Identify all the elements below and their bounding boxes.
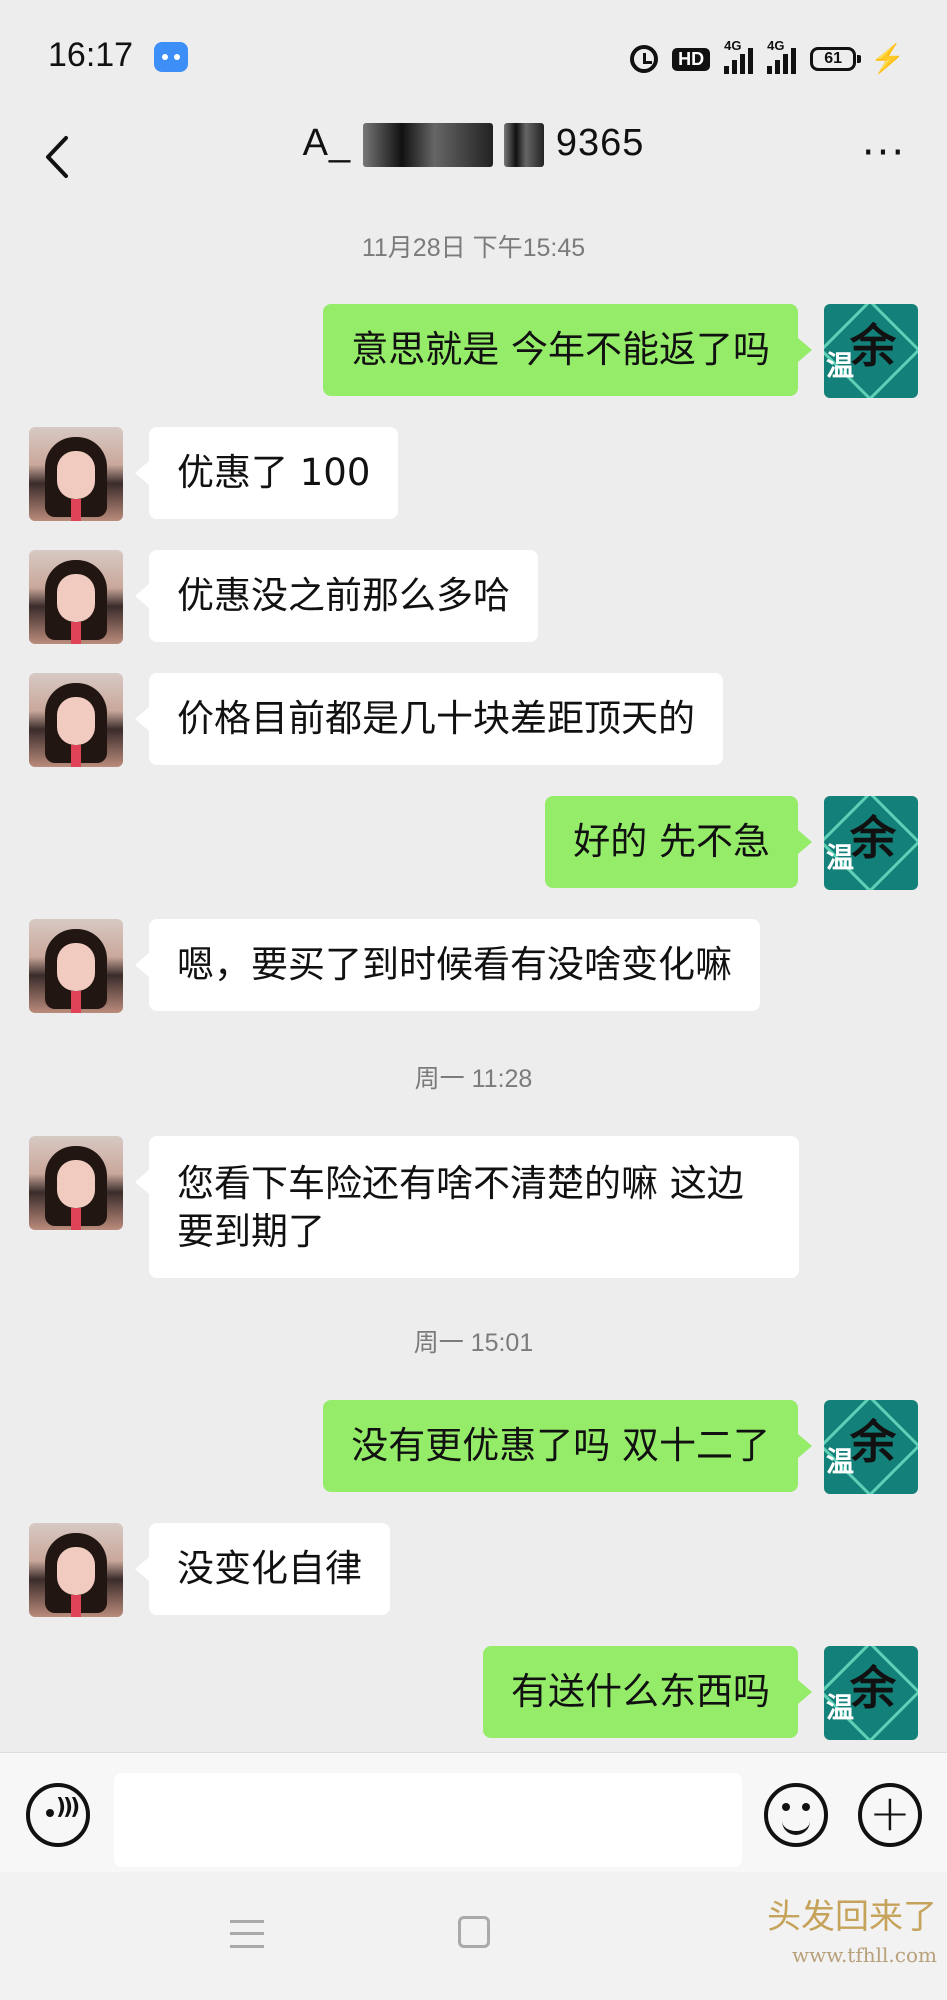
message-bubble-outgoing[interactable]: 好的 先不急 [545, 796, 812, 888]
more-options-icon[interactable]: ··· [857, 133, 911, 178]
message-list[interactable]: 11月28日 下午15:45 余温 意思就是 今年不能返了吗 优惠了 100 优… [0, 202, 947, 1752]
timestamp: 11月28日 下午15:45 [361, 234, 586, 262]
alarm-icon [630, 45, 659, 73]
message-bubble-incoming[interactable]: 价格目前都是几十块差距顶天的 [135, 673, 723, 765]
emoji-icon[interactable] [764, 1783, 828, 1847]
android-notification-icon [154, 42, 188, 72]
redacted-block-2 [504, 122, 545, 167]
message-bubble-outgoing[interactable]: 没有更优惠了吗 双十二了 [323, 1400, 812, 1492]
watermark-text: 头发回来了 [767, 1897, 937, 1937]
avatar-contact[interactable] [29, 427, 123, 521]
status-icons: HD 4G 4G 61 ⚡ [630, 38, 905, 76]
hd-badge: HD [672, 47, 711, 71]
avatar-contact[interactable] [29, 550, 123, 644]
timestamp: 周一 15:01 [413, 1329, 534, 1357]
chat-header: A_ 9365 ··· [0, 112, 947, 202]
message-input[interactable] [114, 1773, 742, 1867]
redacted-block [362, 122, 493, 167]
recent-apps-icon[interactable] [230, 1920, 264, 1948]
watermark: 头发回来了 www.tfhll.com [767, 1898, 937, 1974]
status-bar: 16:17 HD 4G 4G 61 ⚡ [0, 0, 947, 112]
home-icon[interactable] [458, 1916, 490, 1948]
message-bubble-incoming[interactable]: 您看下车险还有啥不清楚的嘛 这边要到期了 [135, 1136, 799, 1278]
system-nav-bar: 头发回来了 www.tfhll.com [0, 1872, 947, 2000]
charging-icon: ⚡ [870, 43, 905, 74]
avatar-self[interactable]: 余温 [824, 304, 918, 398]
message-bubble-incoming[interactable]: 优惠没之前那么多哈 [135, 550, 538, 642]
avatar-contact[interactable] [29, 1523, 123, 1617]
plus-icon[interactable]: + [858, 1783, 922, 1847]
signal-icon: 4G [724, 38, 754, 74]
avatar-contact[interactable] [29, 673, 123, 767]
chat-title: A_ 9365 [0, 122, 947, 167]
message-bubble-incoming[interactable]: 嗯，要买了到时候看有没啥变化嘛 [135, 919, 760, 1011]
input-bar: + [0, 1752, 947, 1873]
message-bubble-outgoing[interactable]: 有送什么东西吗 [483, 1646, 812, 1738]
signal-icon-2: 4G [767, 38, 797, 74]
voice-input-icon[interactable] [26, 1783, 90, 1847]
status-time: 16:17 [48, 36, 134, 74]
avatar-self[interactable]: 余温 [824, 796, 918, 890]
avatar-self[interactable]: 余温 [824, 1400, 918, 1494]
avatar-contact[interactable] [29, 919, 123, 1013]
avatar-self[interactable]: 余温 [824, 1646, 918, 1740]
battery-icon: 61 [810, 47, 862, 71]
message-bubble-outgoing[interactable]: 意思就是 今年不能返了吗 [323, 304, 812, 396]
message-bubble-incoming[interactable]: 优惠了 100 [134, 427, 399, 519]
message-bubble-incoming[interactable]: 没变化自律 [135, 1523, 390, 1615]
chat-title-prefix: A_ [302, 122, 352, 164]
avatar-contact[interactable] [29, 1136, 123, 1230]
timestamp: 周一 11:28 [414, 1065, 533, 1093]
watermark-url: www.tfhll.com [791, 1943, 937, 1967]
chat-title-suffix: 9365 [555, 122, 645, 164]
